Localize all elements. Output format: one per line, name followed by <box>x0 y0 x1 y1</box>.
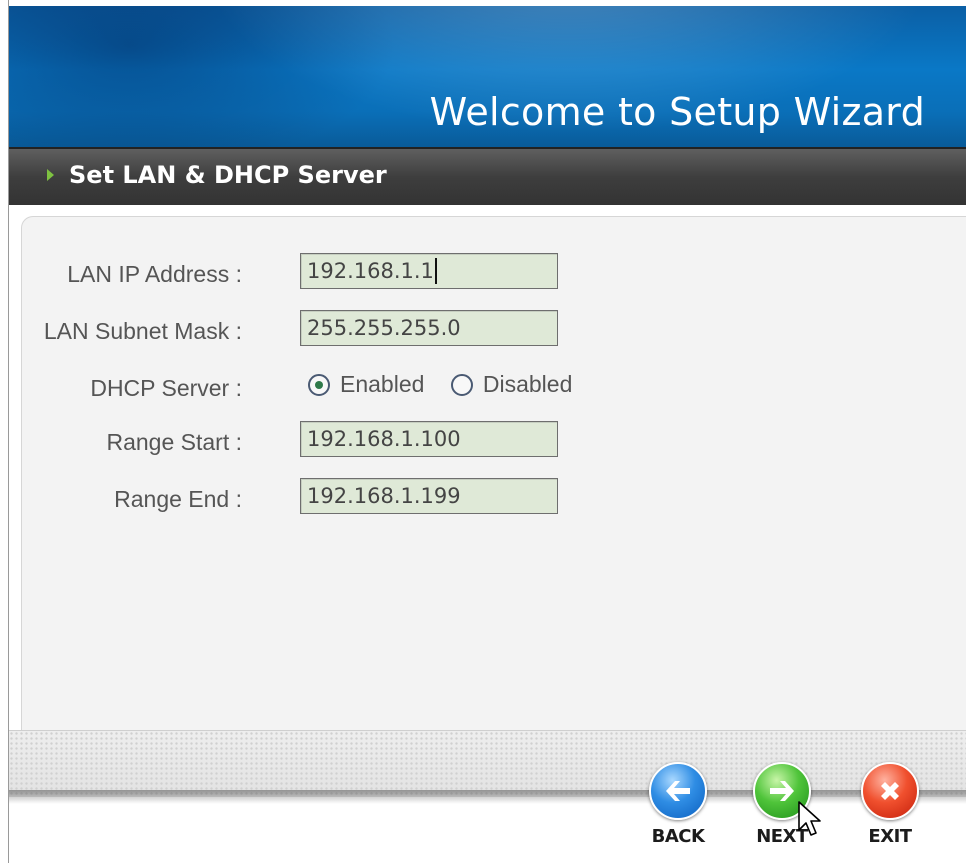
dhcp-row: DHCP Server : Enabled Disabled <box>22 367 922 405</box>
lan-mask-input[interactable]: 255.255.255.0 <box>300 310 558 346</box>
lan-ip-input[interactable]: 192.168.1.1 <box>300 253 558 289</box>
triangle-right-icon <box>47 169 54 181</box>
dhcp-disabled-label[interactable]: Disabled <box>483 371 573 397</box>
range-end-input[interactable]: 192.168.1.199 <box>300 478 558 514</box>
mouse-pointer-icon <box>798 801 821 836</box>
close-x-icon <box>861 762 919 820</box>
back-button[interactable]: BACK <box>643 762 713 847</box>
dhcp-enabled-label[interactable]: Enabled <box>340 371 424 397</box>
lan-ip-row: LAN IP Address : 192.168.1.1 <box>22 253 922 291</box>
arrow-left-icon <box>649 762 707 820</box>
section-title: Set LAN & DHCP Server <box>69 161 387 189</box>
range-start-row: Range Start : 192.168.1.100 <box>22 421 922 459</box>
section-header: Set LAN & DHCP Server <box>9 147 966 205</box>
wizard-window: Welcome to Setup Wizard Set LAN & DHCP S… <box>8 0 966 863</box>
dhcp-enabled-radio[interactable] <box>308 373 330 396</box>
range-end-label: Range End : <box>114 486 242 512</box>
range-end-value: 192.168.1.199 <box>307 484 461 508</box>
button-bar <box>9 730 966 797</box>
lan-ip-value: 192.168.1.1 <box>307 259 434 283</box>
dhcp-disabled-radio[interactable] <box>450 373 473 396</box>
form-panel: LAN IP Address : 192.168.1.1 LAN Subnet … <box>21 216 966 738</box>
lan-ip-label: LAN IP Address : <box>67 261 242 287</box>
range-start-input[interactable]: 192.168.1.100 <box>300 421 558 457</box>
dhcp-label: DHCP Server : <box>90 375 242 401</box>
lan-mask-label: LAN Subnet Mask : <box>43 318 242 344</box>
range-end-row: Range End : 192.168.1.199 <box>22 478 922 516</box>
back-label: BACK <box>651 826 705 847</box>
lan-mask-row: LAN Subnet Mask : 255.255.255.0 <box>22 310 922 348</box>
lan-mask-value: 255.255.255.0 <box>307 316 461 340</box>
range-start-label: Range Start : <box>106 429 242 455</box>
text-caret <box>434 257 437 284</box>
exit-label: EXIT <box>868 826 912 847</box>
range-start-value: 192.168.1.100 <box>307 427 461 451</box>
dhcp-radio-group: Enabled Disabled <box>308 371 594 398</box>
exit-button[interactable]: EXIT <box>855 762 925 847</box>
page-title: Welcome to Setup Wizard <box>429 90 925 134</box>
header-banner: Welcome to Setup Wizard <box>9 6 966 147</box>
